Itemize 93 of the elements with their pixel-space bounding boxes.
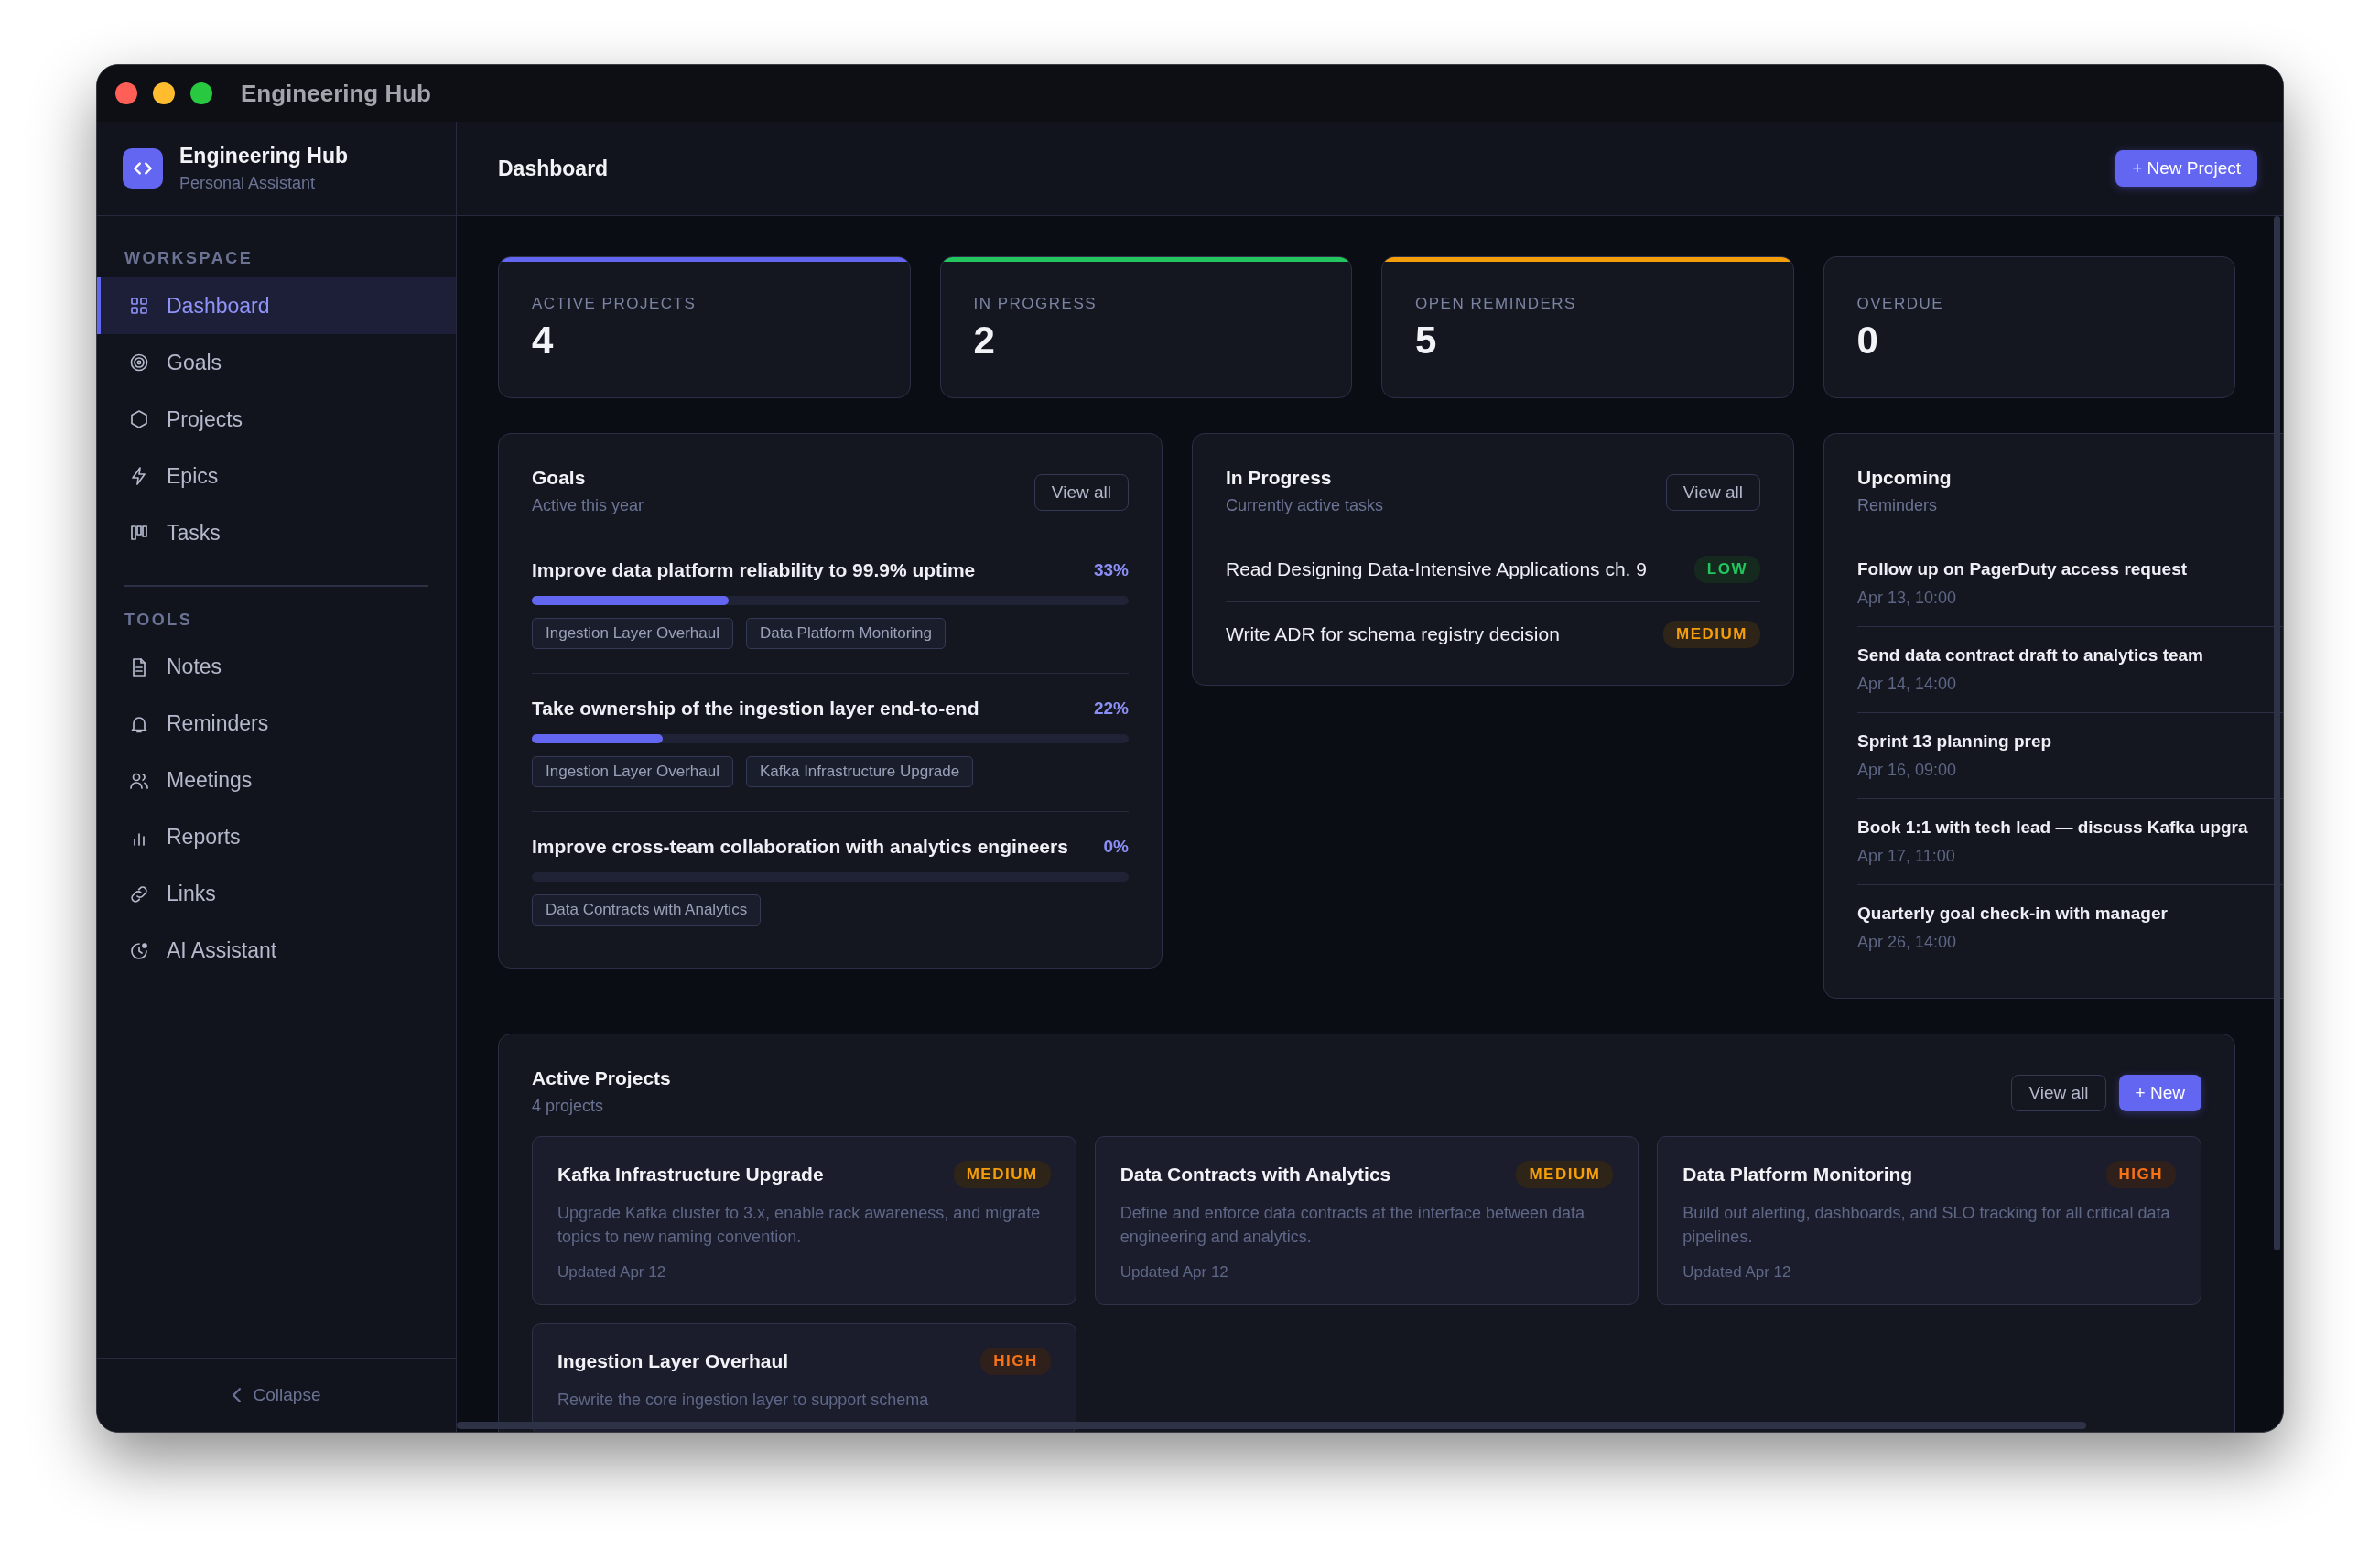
close-button[interactable] bbox=[115, 82, 137, 104]
chevron-left-icon bbox=[232, 1388, 241, 1402]
project-card[interactable]: Kafka Infrastructure Upgrade MEDIUM Upgrade Kafka cluster to 3.x, enable rack awareness, and migrate topics to new naming convention. Updated Apr 12 bbox=[532, 1136, 1076, 1305]
nav-item[interactable]: Epics bbox=[97, 448, 456, 504]
nav-item[interactable]: Links bbox=[97, 865, 456, 923]
updated-date: Updated Apr 12 bbox=[1682, 1263, 1792, 1283]
nav-item[interactable]: Tasks bbox=[97, 504, 456, 561]
card-subtitle: Reminders bbox=[1857, 496, 1939, 515]
nav-item[interactable]: Goals bbox=[97, 334, 456, 391]
reminder-title: Follow up on PagerDuty access request bbox=[1857, 559, 2189, 579]
horizontal-scrollbar[interactable] bbox=[457, 1422, 2086, 1429]
stat-value: 4 bbox=[532, 319, 555, 363]
card-subtitle: Active this year bbox=[532, 496, 644, 515]
priority-badge: HIGH bbox=[980, 1348, 1051, 1376]
goal-percent: 33% bbox=[1093, 560, 1129, 580]
project-name: Ingestion Layer Overhaul bbox=[557, 1350, 789, 1373]
project-tag: Data Contracts with Analytics bbox=[532, 894, 762, 926]
new-button[interactable]: + New bbox=[2118, 1075, 2202, 1111]
reminder-time: Apr 17, 11:00 bbox=[1857, 847, 1956, 866]
project-card[interactable]: Data Contracts with Analytics MEDIUM Define and enforce data contracts at the interface between data engineering and analytics. Updated Apr 12 bbox=[1094, 1136, 1639, 1305]
nav-item[interactable]: AI Assistant bbox=[97, 922, 456, 980]
reminder-title: Send data contract draft to analytics team bbox=[1857, 645, 2204, 666]
new-project-button[interactable]: + New Project bbox=[2115, 150, 2257, 187]
page-title: Dashboard bbox=[498, 156, 609, 181]
code-brackets-icon bbox=[123, 148, 163, 189]
priority-badge: MEDIUM bbox=[953, 1161, 1051, 1188]
nav-item[interactable]: Reports bbox=[97, 808, 456, 866]
task-title: Read Designing Data-Intensive Applications ch. 9 bbox=[1226, 558, 1647, 580]
project-description: Build out alerting, dashboards, and SLO tracking for all critical data pipelines. bbox=[1682, 1203, 2171, 1249]
card-subtitle: Currently active tasks bbox=[1226, 496, 1384, 515]
grid-icon bbox=[128, 295, 150, 317]
project-name: Kafka Infrastructure Upgrade bbox=[557, 1164, 824, 1185]
nav-item[interactable]: Notes bbox=[97, 638, 456, 696]
updated-date: Updated Apr 12 bbox=[557, 1263, 667, 1283]
priority-badge: HIGH bbox=[2105, 1161, 2176, 1188]
view-all-button[interactable]: View all bbox=[1033, 474, 1129, 511]
priority-badge: MEDIUM bbox=[1516, 1161, 1614, 1188]
project-card[interactable]: Data Platform Monitoring HIGH Build out alerting, dashboards, and SLO tracking for all critical data pipelines. Updated Apr 12 bbox=[1657, 1136, 2202, 1305]
reminder-title: Sprint 13 planning prep bbox=[1857, 731, 2053, 752]
goal-percent: 0% bbox=[1103, 837, 1129, 857]
view-all-button[interactable]: View all bbox=[1665, 474, 1760, 511]
target-icon bbox=[128, 352, 150, 374]
stat-label: ACTIVE PROJECTS bbox=[532, 295, 698, 313]
goal-percent: 22% bbox=[1093, 698, 1129, 719]
section-heading: TOOLS bbox=[124, 610, 194, 631]
priority-badge: MEDIUM bbox=[1663, 621, 1760, 648]
project-tag: Ingestion Layer Overhaul bbox=[532, 756, 733, 787]
nav-item[interactable]: Projects bbox=[97, 391, 456, 448]
stat-value: 0 bbox=[1856, 319, 1879, 363]
goal-title: Improve data platform reliability to 99.9% uptime bbox=[532, 559, 976, 581]
project-description: Upgrade Kafka cluster to 3.x, enable rack awareness, and migrate topics to new naming convention. bbox=[557, 1203, 1042, 1249]
project-card[interactable]: Ingestion Layer Overhaul HIGH Rewrite the core ingestion layer to support schema bbox=[532, 1323, 1076, 1432]
project-tag: Ingestion Layer Overhaul bbox=[532, 618, 733, 649]
card-title: Active Projects bbox=[532, 1067, 671, 1089]
zoom-button[interactable] bbox=[190, 82, 212, 104]
reminder-time: Apr 26, 14:00 bbox=[1857, 933, 1958, 952]
card-title: Goals bbox=[532, 467, 587, 489]
app-name: Engineering Hub bbox=[179, 144, 348, 168]
stat-value: 5 bbox=[1415, 319, 1438, 363]
nav-item[interactable]: Reminders bbox=[97, 695, 456, 752]
card-title: In Progress bbox=[1226, 467, 1333, 489]
project-tag: Kafka Infrastructure Upgrade bbox=[745, 756, 974, 787]
card-subtitle: 4 projects bbox=[532, 1097, 605, 1116]
reminder-time: Apr 13, 10:00 bbox=[1857, 589, 1958, 608]
goal-title: Improve cross-team collaboration with analytics engineers bbox=[532, 836, 1068, 858]
view-all-button[interactable]: View all bbox=[2011, 1075, 2106, 1111]
updated-date: Updated Apr 12 bbox=[1120, 1263, 1229, 1283]
nav-item[interactable]: Meetings bbox=[97, 752, 456, 809]
minimize-button[interactable] bbox=[153, 82, 175, 104]
project-name: Data Contracts with Analytics bbox=[1120, 1164, 1391, 1185]
project-name: Data Platform Monitoring bbox=[1682, 1164, 1913, 1185]
project-tag: Data Platform Monitoring bbox=[745, 618, 946, 649]
stat-label: OPEN REMINDERS bbox=[1415, 295, 1577, 313]
window-title: Engineering Hub bbox=[241, 79, 431, 108]
reminder-title: Book 1:1 with tech lead — discuss Kafka upgra bbox=[1857, 817, 2249, 838]
stat-value: 2 bbox=[973, 319, 996, 363]
hexagon-icon bbox=[128, 408, 150, 430]
stat-label: IN PROGRESS bbox=[973, 295, 1098, 313]
priority-badge: LOW bbox=[1693, 556, 1760, 583]
app-subtitle: Personal Assistant bbox=[179, 174, 317, 193]
vertical-scrollbar[interactable] bbox=[2274, 216, 2280, 1250]
reminder-time: Apr 16, 09:00 bbox=[1857, 761, 1958, 780]
goal-title: Take ownership of the ingestion layer end-to-end bbox=[532, 698, 979, 720]
project-description: Rewrite the core ingestion layer to support schema bbox=[557, 1390, 930, 1412]
collapse-button[interactable]: Collapse bbox=[226, 1380, 327, 1411]
reminder-time: Apr 14, 14:00 bbox=[1857, 675, 1958, 694]
stat-label: OVERDUE bbox=[1856, 295, 1945, 313]
project-description: Define and enforce data contracts at the interface between data engineering and analytics. bbox=[1120, 1203, 1585, 1249]
nav-item[interactable]: Dashboard bbox=[97, 277, 456, 334]
section-heading: WORKSPACE bbox=[124, 249, 254, 269]
card-title: Upcoming bbox=[1857, 467, 1952, 489]
task-title: Write ADR for schema registry decision bbox=[1226, 623, 1560, 645]
reminder-title: Quarterly goal check-in with manager bbox=[1857, 904, 2169, 924]
